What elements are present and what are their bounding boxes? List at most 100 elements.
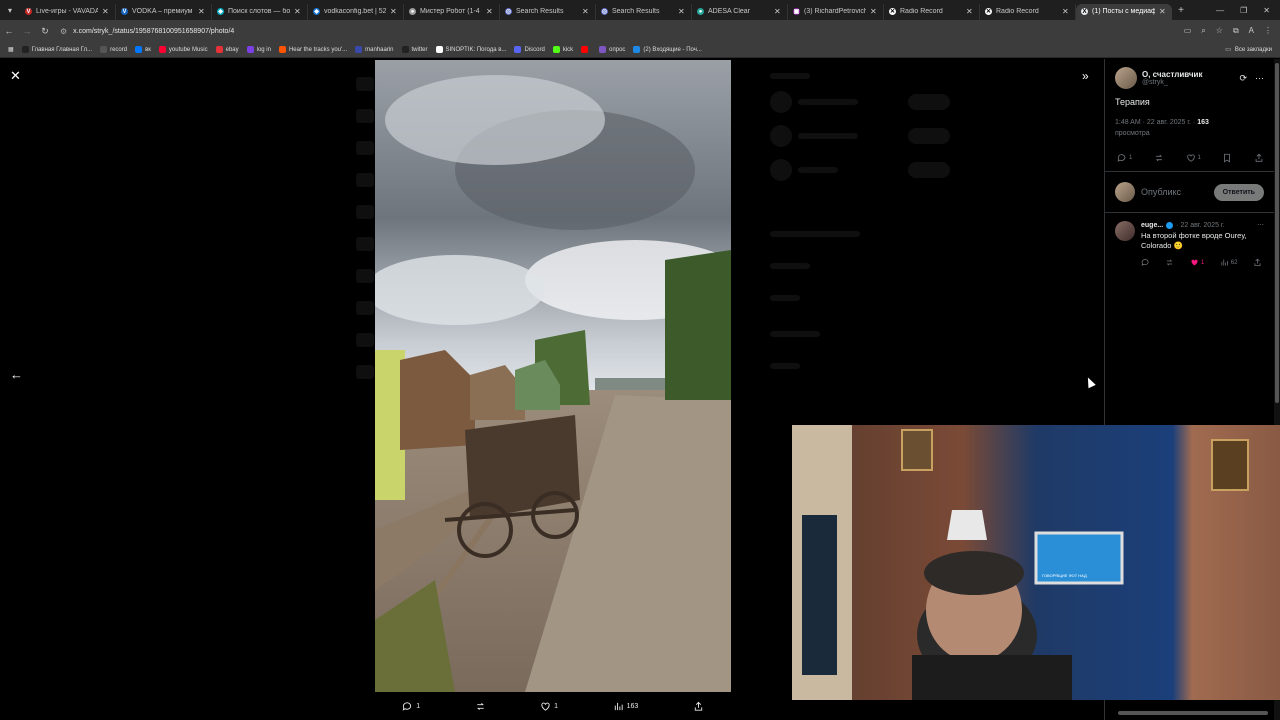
commenter-name[interactable]: euge... — [1141, 222, 1163, 229]
close-viewer-icon[interactable]: ✕ — [10, 69, 21, 83]
bookmark-favicon-icon — [514, 46, 522, 53]
photo-views-button[interactable]: 163 — [613, 701, 638, 712]
webcam-overlay: ГОВОРЯЩИЕ ФОТ НАД — [792, 425, 1280, 700]
zoom-icon[interactable]: ⌕ — [1201, 26, 1205, 36]
reply-submit-button[interactable]: Ответить — [1213, 183, 1264, 201]
tab-close-icon[interactable]: ✕ — [486, 7, 494, 16]
bookmark-item[interactable]: manhaarin — [355, 46, 394, 53]
reply-button[interactable]: 1 — [1117, 153, 1132, 163]
forward-icon[interactable]: → — [18, 26, 36, 36]
bookmark-button[interactable] — [1222, 153, 1232, 163]
photo-reply-button[interactable]: 1 — [402, 701, 420, 712]
tab-favicon-icon: X — [1081, 8, 1088, 15]
comment-repost-button[interactable] — [1165, 258, 1174, 267]
tab-close-icon[interactable]: ✕ — [102, 7, 110, 16]
comment-item[interactable]: euge... · 22 авг. 2025 г. ⋯ На второй фо… — [1105, 213, 1274, 275]
new-tab-button[interactable]: + — [1172, 5, 1190, 16]
comment-views-button[interactable]: 62 — [1220, 258, 1237, 267]
photo-repost-button[interactable] — [475, 701, 486, 712]
browser-tab[interactable]: V Live-игры - VAVADA C ✕ — [20, 3, 116, 20]
bookmark-item[interactable]: record — [100, 46, 127, 53]
extensions-icon[interactable]: ⧉ — [1233, 26, 1239, 36]
bookmark-star-icon[interactable]: ☆ — [1216, 26, 1223, 36]
window-close-icon[interactable]: ✕ — [1263, 6, 1270, 15]
bookmark-item[interactable]: youtube Music — [158, 46, 208, 53]
tweet-meta: 1:48 AM · 22 авг. 2025 г. · 163 просмотр… — [1105, 107, 1274, 139]
browser-tab[interactable]: ● ADESA Clear ✕ — [692, 3, 788, 20]
bookmark-item[interactable]: Hear the tracks you'... — [278, 46, 347, 53]
tab-close-icon[interactable]: ✕ — [198, 7, 206, 16]
photo-share-button[interactable] — [693, 701, 704, 712]
tab-close-icon[interactable]: ✕ — [1159, 7, 1167, 16]
tab-close-icon[interactable]: ✕ — [582, 7, 590, 16]
tab-title: ADESA Clear — [708, 8, 751, 15]
back-icon[interactable]: ← — [0, 26, 18, 36]
bookmark-item[interactable]: log in — [246, 46, 271, 53]
bookmark-item[interactable]: kick — [552, 46, 573, 53]
browser-tab[interactable]: ● Мистер Робот (1-4 се ✕ — [404, 3, 500, 20]
comment-share-button[interactable] — [1253, 258, 1262, 267]
bookmark-item[interactable] — [581, 46, 591, 53]
tab-close-icon[interactable]: ✕ — [294, 7, 302, 16]
bookmark-item[interactable]: (2) Входящие - Поч... — [633, 46, 702, 53]
share-button[interactable] — [1254, 153, 1264, 163]
tab-close-icon[interactable]: ✕ — [966, 7, 974, 16]
bookmark-label: ebay — [225, 46, 239, 53]
like-button[interactable]: 1 — [1186, 153, 1201, 163]
post-photo[interactable] — [375, 60, 731, 692]
browser-tab[interactable]: ◎ Search Results ✕ — [500, 3, 596, 20]
site-info-icon[interactable]: ⚙ — [60, 27, 67, 36]
bookmark-item[interactable]: twitter — [401, 46, 428, 53]
browser-tab[interactable]: ◎ Search Results ✕ — [596, 3, 692, 20]
bookmark-item[interactable]: Discord — [514, 46, 545, 53]
repost-button[interactable] — [1154, 153, 1164, 163]
commenter-avatar[interactable] — [1115, 221, 1135, 241]
browser-tab[interactable]: X (1) Посты с медиафа ✕ — [1076, 3, 1172, 20]
menu-icon[interactable]: ⋮ — [1264, 26, 1272, 36]
author-name[interactable]: О, счастливчик — [1142, 70, 1202, 79]
browser-tab[interactable]: ▣ (3) RichardPetrovich ✕ — [788, 3, 884, 20]
bookmark-item[interactable]: SINOPTIK: Погода в... — [435, 46, 506, 53]
profile-icon[interactable]: A — [1249, 26, 1254, 36]
url-field[interactable]: ⚙ x.com/stryk_/status/195876810095165890… — [60, 23, 1184, 39]
share-icon — [694, 701, 702, 711]
tab-close-icon[interactable]: ✕ — [774, 7, 782, 16]
bookmark-item[interactable]: опрос — [599, 46, 625, 53]
tv-caption: ГОВОРЯЩИЕ ФОТ НАД — [1042, 573, 1087, 578]
browser-tab[interactable]: ◆ vodkaconfig.bet | 520 ✕ — [308, 3, 404, 20]
browser-tab[interactable]: V VODKA – премиум он ✕ — [116, 3, 212, 20]
reload-icon[interactable]: ↻ — [36, 26, 54, 37]
all-bookmarks[interactable]: ▭ Все закладки — [1225, 46, 1280, 54]
grok-icon[interactable]: ⟳ — [1239, 73, 1247, 84]
comment-like-button[interactable]: 1 — [1190, 258, 1204, 267]
tab-close-icon[interactable]: ✕ — [390, 7, 398, 16]
bookmark-item[interactable]: ebay — [215, 46, 239, 53]
tab-search-icon[interactable]: ▾ — [0, 0, 20, 20]
browser-tab[interactable]: ✕ Radio Record ✕ — [884, 3, 980, 20]
more-icon[interactable]: ⋯ — [1255, 73, 1264, 84]
bookmark-item[interactable]: Главная Главная Гл... — [21, 46, 92, 53]
browser-tab[interactable]: ✕ Radio Record ✕ — [980, 3, 1076, 20]
collapse-panel-icon[interactable]: » — [1082, 69, 1089, 83]
comment-date[interactable]: · 22 авг. 2025 г. — [1176, 222, 1224, 229]
horizontal-scrollbar[interactable] — [1110, 711, 1280, 717]
comment-reply-button[interactable] — [1141, 258, 1150, 267]
maximize-icon[interactable]: ❐ — [1240, 6, 1247, 15]
cast-icon[interactable]: ▭ — [1184, 26, 1192, 36]
browser-tab[interactable]: ◆ Поиск слотов — бол ✕ — [212, 3, 308, 20]
tweet-time[interactable]: 1:48 AM · 22 авг. 2025 г. · — [1115, 119, 1197, 126]
reply-input[interactable]: Опубликс — [1141, 187, 1208, 197]
bookmark-favicon-icon — [355, 46, 363, 53]
tab-close-icon[interactable]: ✕ — [870, 7, 878, 16]
minimize-icon[interactable]: — — [1216, 6, 1224, 15]
author-handle[interactable]: @stryk_ — [1142, 79, 1202, 86]
comment-more-icon[interactable]: ⋯ — [1257, 221, 1264, 229]
tab-close-icon[interactable]: ✕ — [1062, 7, 1070, 16]
bookmark-favicon-icon — [246, 46, 254, 53]
bookmark-item[interactable]: вк — [135, 46, 151, 53]
previous-photo-icon[interactable]: ← — [10, 367, 23, 382]
tab-close-icon[interactable]: ✕ — [678, 7, 686, 16]
photo-like-count: 1 — [554, 702, 559, 710]
photo-like-button[interactable]: 1 — [540, 701, 558, 712]
author-avatar[interactable] — [1115, 67, 1137, 89]
